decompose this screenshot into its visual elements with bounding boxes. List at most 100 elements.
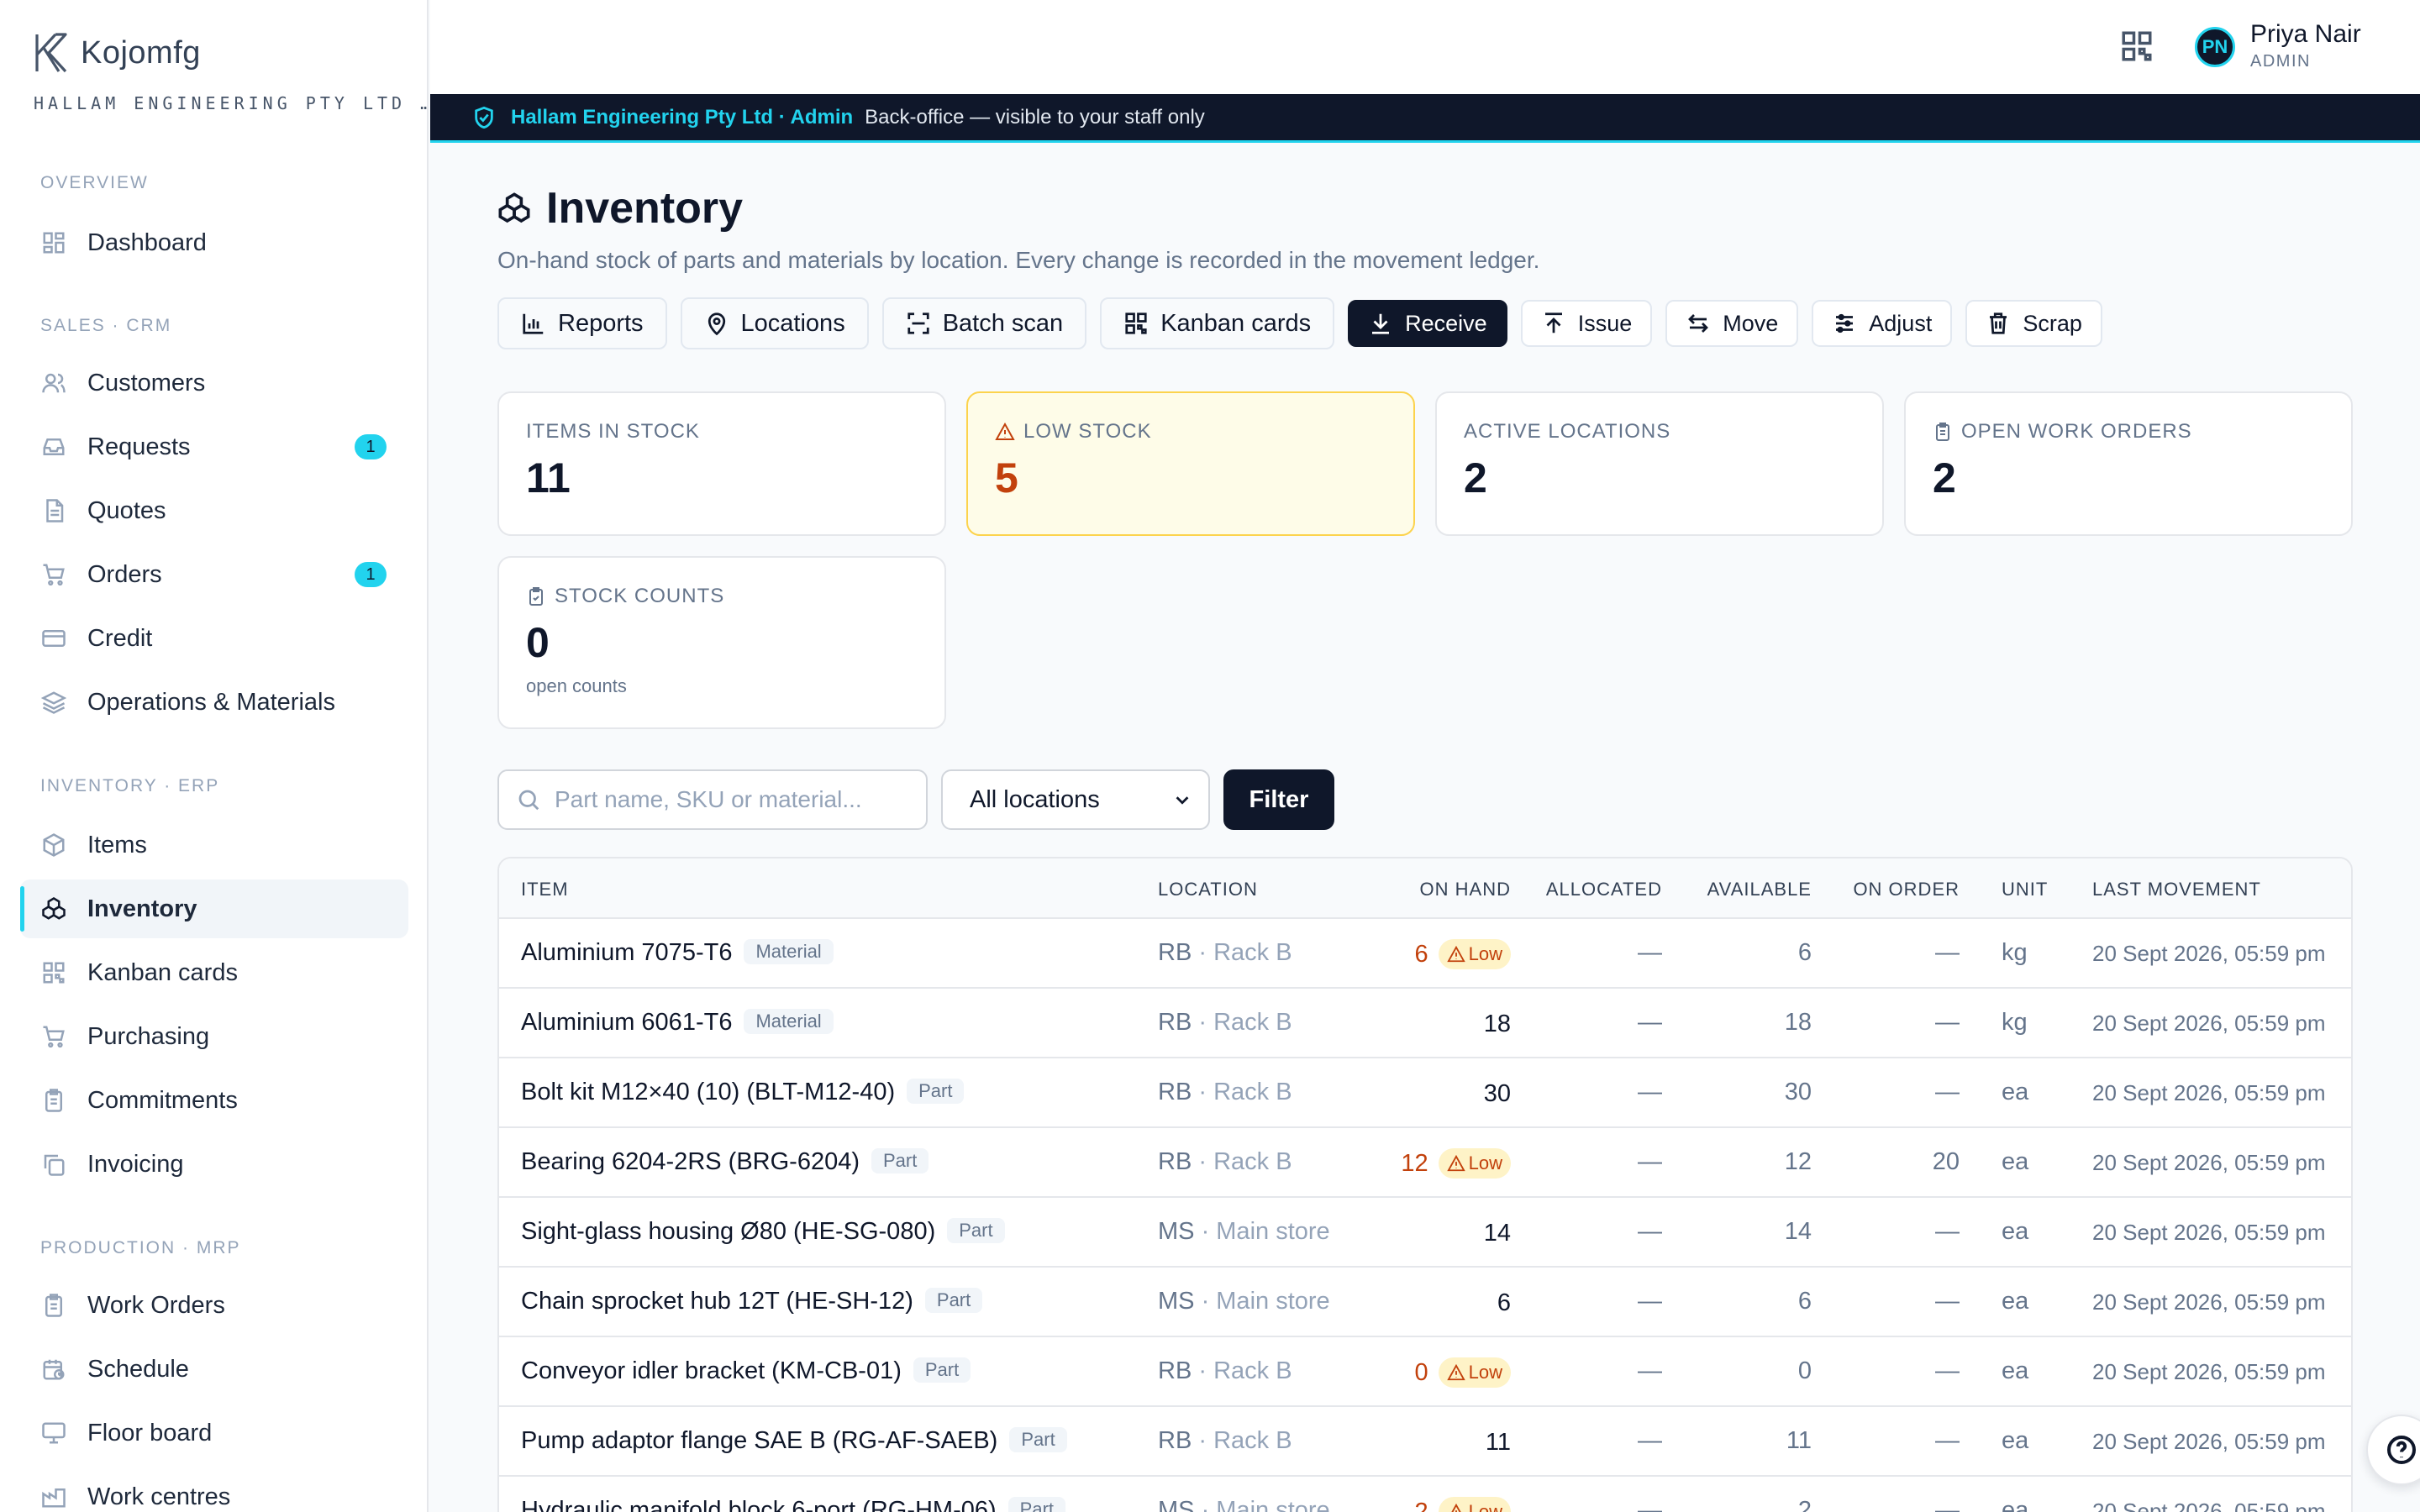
item-cell[interactable]: Bolt kit M12×40 (10) (BLT-M12-40) Part (521, 1079, 965, 1106)
kanban-cards-button[interactable]: Kanban cards (1100, 297, 1335, 349)
sidebar-item-label: Purchasing (87, 1022, 210, 1050)
section-production-mrp: PRODUCTION · MRP (40, 1238, 241, 1257)
item-name[interactable]: Hydraulic manifold block 6-port (RG-HM-0… (521, 1497, 997, 1512)
sidebar-item-label: Operations & Materials (87, 688, 335, 716)
sidebar-item-inventory[interactable]: Inventory (20, 879, 408, 938)
table-row[interactable]: Aluminium 6061-T6 Material RB · Rack B 18 — 1… (499, 989, 2351, 1058)
item-name[interactable]: Aluminium 6061-T6 (521, 1009, 732, 1036)
issue-button[interactable]: Issue (1520, 300, 1653, 347)
item-name[interactable]: Bearing 6204-2RS (BRG-6204) (521, 1148, 860, 1175)
page-subtitle: On-hand stock of parts and materials by … (497, 247, 1540, 273)
sidebar-item-credit[interactable]: Credit (20, 609, 408, 668)
table-row[interactable]: Pump adaptor flange SAE B (RG-AF-SAEB) Pa… (499, 1407, 2351, 1477)
user-name[interactable]: Priya Nair (2250, 20, 2361, 49)
stat-card-low-stock[interactable]: LOW STOCK 5 (966, 391, 1415, 536)
stat-card-open-work-orders[interactable]: OPEN WORK ORDERS 2 (1904, 391, 2353, 536)
page-title: Inventory (497, 183, 743, 234)
search-field[interactable] (497, 769, 928, 830)
low-stock-badge: Low (1438, 1148, 1511, 1179)
location-select[interactable]: All locations (941, 769, 1210, 830)
item-cell[interactable]: Sight-glass housing Ø80 (HE-SG-080) Part (521, 1218, 1005, 1246)
sidebar-item-schedule[interactable]: Schedule (20, 1340, 408, 1399)
scan-icon (908, 312, 929, 334)
location-select-value: All locations (970, 785, 1100, 813)
location-name: · Main store (1201, 1288, 1330, 1315)
item-cell[interactable]: Hydraulic manifold block 6-port (RG-HM-0… (521, 1497, 1066, 1512)
column-header-location[interactable]: LOCATION (1158, 879, 1258, 900)
column-header-allocated[interactable]: ALLOCATED (1546, 879, 1662, 900)
item-cell[interactable]: Chain sprocket hub 12T (HE-SH-12) Part (521, 1288, 983, 1315)
last-movement-cell: 20 Sept 2026, 05:59 pm (2092, 1429, 2326, 1454)
item-name[interactable]: Conveyor idler bracket (KM-CB-01) (521, 1357, 902, 1384)
sidebar-item-dashboard[interactable]: Dashboard (20, 213, 408, 272)
help-button[interactable] (2366, 1415, 2420, 1485)
reports-button[interactable]: Reports (497, 297, 667, 349)
item-name[interactable]: Pump adaptor flange SAE B (RG-AF-SAEB) (521, 1427, 997, 1454)
sidebar-item-requests[interactable]: Requests 1 (20, 417, 408, 476)
item-kind-chip: Part (871, 1148, 929, 1173)
item-cell[interactable]: Aluminium 6061-T6 Material (521, 1009, 834, 1037)
table-row[interactable]: Chain sprocket hub 12T (HE-SH-12) Part MS … (499, 1268, 2351, 1337)
move-button[interactable]: Move (1665, 300, 1799, 347)
sidebar-item-orders[interactable]: Orders 1 (20, 545, 408, 604)
table-row[interactable]: Bearing 6204-2RS (BRG-6204) Part RB · Rack… (499, 1128, 2351, 1198)
location-code: RB (1158, 1009, 1192, 1036)
locations-button[interactable]: Locations (680, 297, 869, 349)
sidebar-item-customers[interactable]: Customers (20, 354, 408, 412)
column-header-unit[interactable]: UNIT (2002, 879, 2048, 900)
item-kind-chip: Material (744, 1009, 834, 1034)
column-header-on-order[interactable]: ON ORDER (1853, 879, 1960, 900)
brand-name: Kojomfg (81, 34, 201, 71)
table-row[interactable]: Bolt kit M12×40 (10) (BLT-M12-40) Part RB … (499, 1058, 2351, 1128)
stat-value: 2 (1933, 454, 1956, 501)
credit-card-icon (40, 625, 67, 652)
qr-scan-button[interactable] (2119, 29, 2154, 64)
item-name[interactable]: Aluminium 7075-T6 (521, 939, 732, 966)
location-code: RB (1158, 1148, 1192, 1175)
item-cell[interactable]: Conveyor idler bracket (KM-CB-01) Part (521, 1357, 971, 1385)
location-cell: MS · Main store (1158, 1218, 1330, 1246)
column-header-available[interactable]: AVAILABLE (1707, 879, 1812, 900)
column-header-item[interactable]: ITEM (521, 879, 569, 900)
table-row[interactable]: Sight-glass housing Ø80 (HE-SG-080) Part M… (499, 1198, 2351, 1268)
sidebar-item-work-orders[interactable]: Work Orders (20, 1276, 408, 1335)
table-row[interactable]: Aluminium 7075-T6 Material RB · Rack B 6 Low… (499, 919, 2351, 989)
boxes-icon (498, 192, 530, 223)
search-input[interactable] (555, 786, 908, 813)
avatar[interactable]: PN (2195, 27, 2235, 67)
sidebar-item-work-centres[interactable]: Work centres (20, 1467, 408, 1512)
stat-card-stock-counts[interactable]: STOCK COUNTS 0 open counts (497, 556, 946, 729)
item-name[interactable]: Sight-glass housing Ø80 (HE-SG-080) (521, 1218, 935, 1245)
on-hand-cell: 12 Low (1401, 1143, 1511, 1184)
banner-title: Hallam Engineering Pty Ltd · Admin (511, 105, 854, 129)
item-cell[interactable]: Aluminium 7075-T6 Material (521, 939, 834, 967)
unit-cell: kg (2002, 939, 2028, 966)
table-row[interactable]: Conveyor idler bracket (KM-CB-01) Part RB … (499, 1337, 2351, 1407)
item-name[interactable]: Chain sprocket hub 12T (HE-SH-12) (521, 1288, 913, 1315)
location-cell: RB · Rack B (1158, 1009, 1292, 1037)
brand-logo[interactable]: Kojomfg (32, 30, 201, 76)
receive-button[interactable]: Receive (1348, 300, 1507, 347)
banner-note: Back-office — visible to your staff only (865, 105, 1205, 129)
item-cell[interactable]: Pump adaptor flange SAE B (RG-AF-SAEB) Pa… (521, 1427, 1067, 1455)
column-header-last-movement[interactable]: LAST MOVEMENT (2092, 879, 2261, 900)
batch-scan-button[interactable]: Batch scan (881, 297, 1087, 349)
users-icon (40, 370, 67, 396)
sidebar-item-items[interactable]: Items (20, 816, 408, 874)
sidebar-item-invoicing[interactable]: Invoicing (20, 1135, 408, 1194)
table-row[interactable]: Hydraulic manifold block 6-port (RG-HM-0… (499, 1477, 2351, 1512)
item-name[interactable]: Bolt kit M12×40 (10) (BLT-M12-40) (521, 1079, 895, 1105)
location-name: · Rack B (1198, 1009, 1292, 1036)
item-cell[interactable]: Bearing 6204-2RS (BRG-6204) Part (521, 1148, 929, 1176)
adjust-button[interactable]: Adjust (1812, 300, 1953, 347)
scrap-button[interactable]: Scrap (1965, 300, 2102, 347)
sidebar-item-purchasing[interactable]: Purchasing (20, 1007, 408, 1066)
sidebar-item-quotes[interactable]: Quotes (20, 481, 408, 540)
column-header-on-hand[interactable]: ON HAND (1420, 879, 1511, 900)
filter-button[interactable]: Filter (1223, 769, 1334, 830)
sidebar-item-commitments[interactable]: Commitments (20, 1071, 408, 1130)
warning-icon (1446, 1154, 1465, 1172)
sidebar-item-kanban-cards[interactable]: Kanban cards (20, 943, 408, 1002)
sidebar-item-floor-board[interactable]: Floor board (20, 1404, 408, 1462)
sidebar-item-operations-materials[interactable]: Operations & Materials (20, 673, 408, 732)
